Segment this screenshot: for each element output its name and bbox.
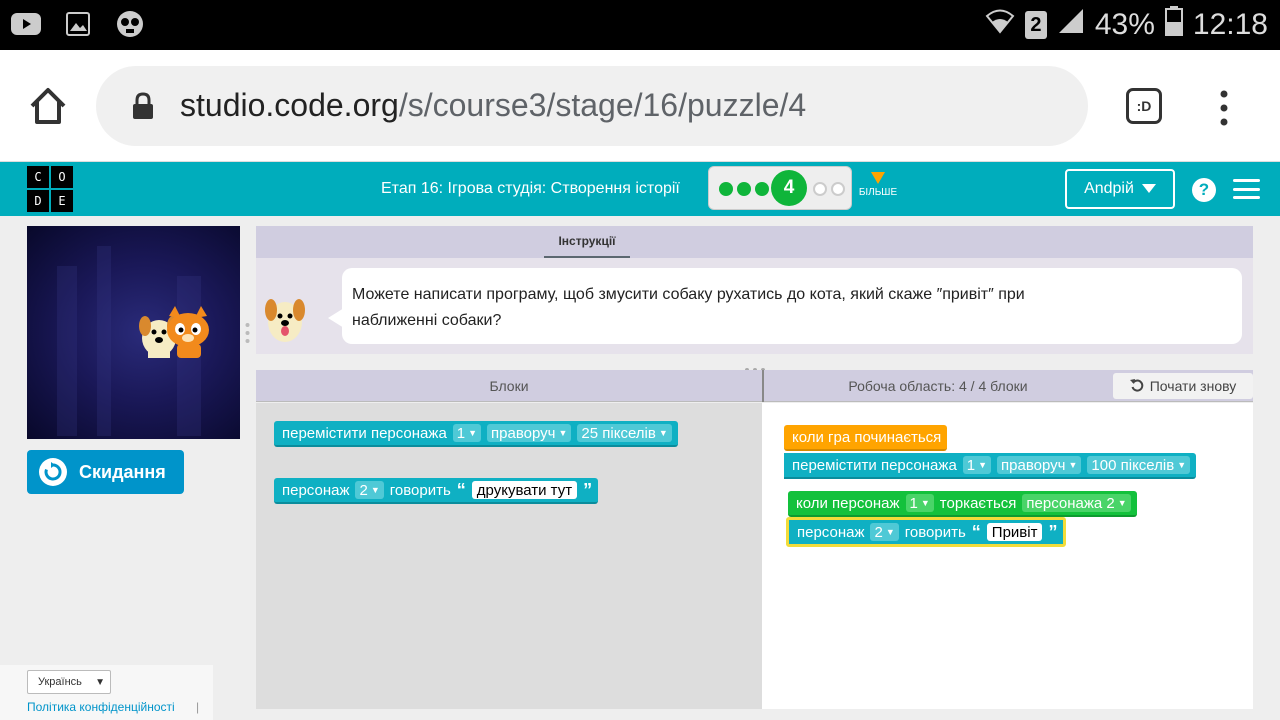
tab-instructions[interactable]: Інструкції [544, 226, 630, 258]
tab-switcher-button[interactable]: :D [1126, 88, 1162, 124]
progress-dot-1[interactable] [719, 182, 733, 196]
language-select[interactable]: Українсь ▼ [27, 670, 111, 694]
instructions-tabbar: Інструкції [256, 226, 1253, 258]
skull-app-icon [114, 9, 146, 39]
direction-dropdown[interactable]: праворуч ▼ [997, 456, 1082, 474]
toolbox-move-block[interactable]: перемістити персонажа 1 ▼ праворуч ▼ 25 пі… [274, 421, 678, 447]
gallery-icon [62, 9, 94, 39]
sprite-dropdown[interactable]: 1 ▼ [905, 494, 934, 512]
sprite-dropdown[interactable]: 1 ▼ [452, 424, 482, 442]
url-text: studio.code.org/s/course3/stage/16/puzzl… [180, 87, 807, 123]
address-bar[interactable]: studio.code.org/s/course3/stage/16/puzzl… [96, 66, 1088, 146]
toolbox-label: Блоки [489, 378, 529, 394]
code-logo[interactable]: C O D E [27, 166, 73, 212]
lock-icon [132, 92, 154, 120]
youtube-icon [10, 9, 42, 39]
progress-dot-current[interactable]: 4 [771, 170, 807, 206]
wifi-icon [985, 8, 1015, 42]
progress-dot-3[interactable] [755, 182, 769, 196]
horizontal-resize-handle[interactable] [744, 360, 766, 372]
instructions-text: Можете написати програму, щоб змусити со… [328, 268, 1242, 344]
user-menu-button[interactable]: Andрій [1065, 169, 1175, 209]
help-icon[interactable]: ? [1192, 178, 1216, 202]
footer-separator: | [196, 700, 200, 714]
puzzle-progress: 4 [708, 166, 852, 210]
overflow-menu-icon[interactable] [1214, 88, 1234, 128]
collide-event-block[interactable]: коли персонаж 1 ▼ торкається персонажа 2 ▼ [788, 491, 1137, 517]
instructions-panel: Можете написати програму, щоб змусити со… [256, 258, 1253, 354]
workspace-move-block[interactable]: перемістити персонажа 1 ▼ праворуч ▼ 100 п… [784, 453, 1197, 479]
sprite-dropdown[interactable]: 2 ▼ [870, 523, 899, 541]
start-over-button[interactable]: Почати знову [1113, 373, 1253, 399]
say-text-field[interactable]: Привіт [986, 523, 1043, 541]
sprite-dropdown[interactable]: 2 ▼ [355, 481, 384, 499]
toolbox-say-block[interactable]: персонаж 2 ▼ говорить “ друкувати тут ” [274, 478, 599, 504]
workspace-say-block[interactable]: персонаж 2 ▼ говорить “ Привіт ” [786, 517, 1067, 547]
stage-title[interactable]: Етап 16: Ігрова студія: Створення історі… [381, 180, 680, 198]
sprite-dropdown[interactable]: 1 ▼ [962, 456, 992, 474]
when-run-block[interactable]: коли гра починається [784, 425, 948, 451]
hamburger-menu-icon[interactable] [1233, 179, 1260, 199]
cat-sprite [167, 306, 209, 358]
progress-dot-5[interactable] [813, 182, 827, 196]
open-quote-icon: “ [971, 521, 981, 542]
refresh-icon [39, 458, 67, 486]
home-icon[interactable] [26, 84, 70, 128]
progress-dot-2[interactable] [737, 182, 751, 196]
battery-icon [1164, 6, 1183, 44]
browser-toolbar: studio.code.org/s/course3/stage/16/puzzl… [0, 50, 1280, 162]
reset-button[interactable]: Скидання [27, 450, 184, 494]
sim-badge: 2 [1024, 11, 1047, 39]
target-dropdown[interactable]: персонажа 2 ▼ [1022, 494, 1131, 512]
battery-percent: 43% [1094, 8, 1155, 41]
close-quote-icon: ” [1048, 521, 1058, 542]
say-text-field[interactable]: друкувати тут [471, 481, 578, 499]
close-quote-icon: ” [583, 479, 593, 500]
signal-icon [1057, 7, 1085, 43]
direction-dropdown[interactable]: праворуч ▼ [487, 424, 572, 442]
dog-avatar [260, 290, 310, 346]
privacy-link[interactable]: Політика конфіденційності [27, 700, 175, 714]
workspace-label: Робоча область: 4 / 4 блоки [848, 378, 1028, 394]
undo-icon [1129, 378, 1144, 395]
game-scene [57, 246, 209, 436]
clock: 12:18 [1192, 8, 1268, 41]
caret-down-icon: ▼ [95, 676, 105, 688]
progress-dot-6[interactable] [831, 182, 845, 196]
status-bar: 2 43% 12:18 [0, 0, 1280, 50]
game-canvas[interactable] [27, 226, 240, 439]
open-quote-icon: “ [456, 479, 466, 500]
page-footer: Українсь ▼ Політика конфіденційності | [0, 665, 213, 720]
distance-dropdown[interactable]: 100 пікселів ▼ [1087, 456, 1191, 474]
site-header: C O D E Етап 16: Ігрова студія: Створенн… [0, 162, 1280, 216]
workspace-header: Блоки Робоча область: 4 / 4 блоки Почати… [256, 370, 1253, 402]
triangle-down-icon [871, 172, 885, 184]
caret-down-icon [1141, 180, 1156, 198]
vertical-resize-handle[interactable] [245, 322, 250, 344]
more-dropdown[interactable]: БІЛЬШЕ [856, 172, 900, 198]
toolbox: перемістити персонажа 1 ▼ праворуч ▼ 25 пі… [256, 403, 762, 709]
workspace[interactable]: коли гра починається перемістити персона… [762, 403, 1253, 709]
distance-dropdown[interactable]: 25 пікселів ▼ [577, 424, 672, 442]
